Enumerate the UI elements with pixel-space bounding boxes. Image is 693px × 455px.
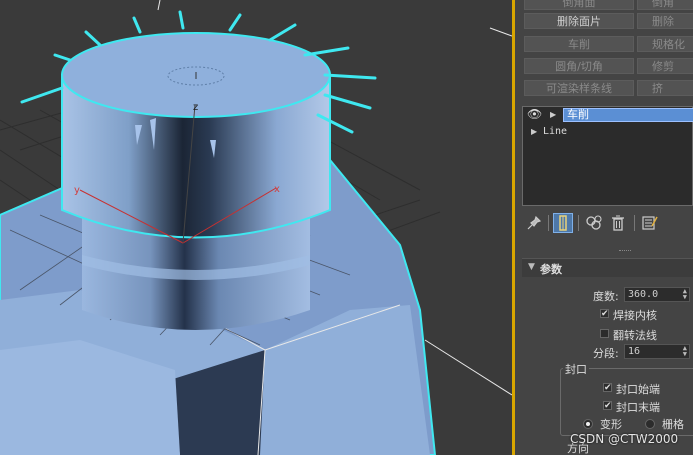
x-axis-label: x — [274, 184, 280, 195]
rollout-title: 参数 — [540, 263, 562, 276]
z-axis-label: z — [193, 102, 198, 113]
stack-toolbar — [522, 212, 693, 236]
grid-label: 栅格 — [662, 418, 684, 431]
eye-icon[interactable]: 👁 — [527, 107, 542, 121]
morph-radio[interactable] — [583, 419, 593, 429]
degrees-label: 度数: — [593, 290, 619, 303]
bevel-face-button[interactable]: 倒角面 — [524, 0, 634, 10]
cap-end-checkbox[interactable]: ✔ — [603, 401, 612, 411]
flip-normals-label: 翻转法线 — [613, 329, 657, 342]
parameters-rollout-header[interactable]: ▼ 参数 — [522, 258, 693, 277]
trim-button[interactable]: 修剪 — [637, 58, 693, 74]
lathe-button[interactable]: 车削 — [524, 36, 634, 52]
modifier-stack: 👁 ▶ 车削 ▶ Line — [522, 106, 693, 206]
show-end-result-icon[interactable] — [553, 213, 573, 233]
morph-label: 变形 — [600, 418, 622, 431]
segments-value: 16 — [628, 346, 641, 357]
weld-core-checkbox[interactable]: ✔ — [600, 309, 609, 319]
configure-icon[interactable] — [640, 213, 660, 233]
degrees-spinner[interactable]: 360.0 ▲ ▼ — [624, 287, 690, 302]
cap-start-checkbox[interactable]: ✔ — [603, 383, 612, 393]
delete-icon[interactable] — [608, 213, 628, 233]
weld-core-label: 焊接内核 — [613, 309, 657, 322]
pin-icon[interactable] — [524, 213, 544, 233]
panel-divider[interactable] — [619, 250, 631, 253]
stack-item-label: 车削 — [567, 108, 589, 121]
perspective-viewport[interactable]: x y z — [0, 0, 512, 455]
degrees-value: 360.0 — [628, 289, 659, 300]
watermark: CSDN @CTW2000 — [570, 432, 679, 446]
stack-item-line[interactable]: ▶ Line — [523, 125, 693, 139]
delete-button[interactable]: 删除 — [637, 13, 693, 29]
command-panel: 倒角面 倒角 删除面片 删除 车削 规格化 圆角/切角 修剪 可渲染样条线 挤 … — [515, 0, 693, 455]
cap-start-label: 封口始端 — [616, 383, 660, 396]
delete-patch-button[interactable]: 删除面片 — [524, 13, 634, 29]
extrude-button[interactable]: 挤 — [637, 80, 693, 96]
collapse-triangle-icon: ▼ — [528, 262, 535, 272]
fillet-chamfer-button[interactable]: 圆角/切角 — [524, 58, 634, 74]
grid-radio[interactable] — [645, 419, 655, 429]
normalize-button[interactable]: 规格化 — [637, 36, 693, 52]
segments-spinner[interactable]: 16 ▲ ▼ — [624, 344, 690, 359]
cap-end-label: 封口末端 — [616, 401, 660, 414]
segments-label: 分段: — [593, 347, 619, 360]
stack-item-lathe[interactable]: 👁 ▶ 车削 — [523, 107, 693, 122]
stack-item-label: Line — [543, 126, 568, 137]
bevel-button[interactable]: 倒角 — [637, 0, 693, 10]
expand-icon[interactable]: ▶ — [531, 125, 537, 139]
capping-title: 封口 — [563, 361, 589, 377]
y-axis-label: y — [74, 185, 80, 196]
renderable-spline-button[interactable]: 可渲染样条线 — [524, 80, 634, 96]
viewport-scene: x y z — [0, 0, 512, 455]
expand-icon[interactable]: ▶ — [550, 108, 556, 122]
flip-normals-checkbox[interactable] — [600, 329, 609, 338]
make-unique-icon[interactable] — [584, 213, 604, 233]
